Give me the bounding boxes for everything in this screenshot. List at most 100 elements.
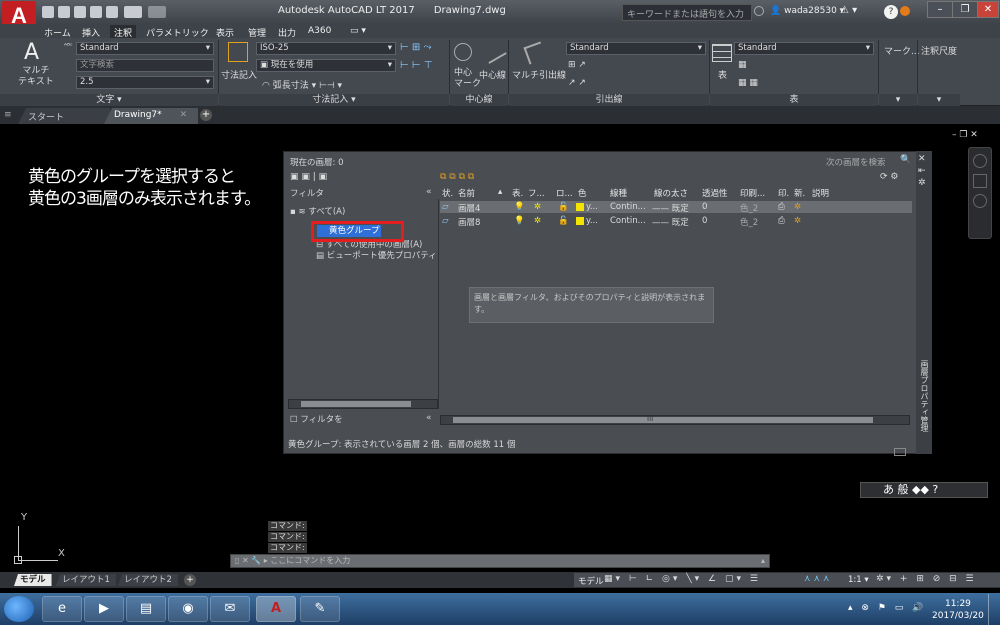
color-swatch[interactable] xyxy=(576,217,584,225)
col-new-vp-freeze[interactable]: 新. xyxy=(794,187,805,199)
new-tab-button[interactable]: + xyxy=(200,109,212,121)
autodesk-app-icon[interactable] xyxy=(900,6,910,16)
scroll-thumb[interactable] xyxy=(453,417,873,423)
bulb-icon[interactable]: 💡 xyxy=(514,216,525,226)
dim-style-select[interactable]: ISO-25 ▾ xyxy=(256,42,396,55)
col-linetype[interactable]: 線種 xyxy=(610,187,627,199)
layer-search-input[interactable]: 次の画層を検索 xyxy=(826,156,886,168)
save-as-icon[interactable] xyxy=(90,6,102,18)
chrome-taskbar-icon[interactable]: ◉ xyxy=(168,596,208,622)
drafting-tools-icons[interactable]: ▦▾ ⊢ ∟ ◎▾ ╲▾ ∠ ▢▾ ☰ xyxy=(604,574,761,584)
leader-add-icon[interactable]: ⊞ ↗ xyxy=(568,60,586,70)
col-plot[interactable]: 印. xyxy=(778,187,789,199)
col-description[interactable]: 説明 xyxy=(812,187,829,199)
color-swatch[interactable] xyxy=(576,203,584,211)
close-button[interactable]: ✕ xyxy=(977,1,999,18)
markup-button[interactable]: マーク... xyxy=(884,44,920,57)
explorer-taskbar-icon[interactable]: ▤ xyxy=(126,596,166,622)
leader-panel-title[interactable]: 引出線 xyxy=(509,94,709,106)
tab-a360[interactable]: A360 xyxy=(304,25,335,37)
system-clock[interactable]: 11:29 2017/03/20 xyxy=(932,598,984,622)
layer-row[interactable]: ▱ 画層8 💡 ✲ 🔓 y... Contin... —— 既定 0 色_2 ⎙… xyxy=(440,215,912,228)
media-player-taskbar-icon[interactable]: ▶ xyxy=(84,596,124,622)
dimension-button[interactable]: 寸法記入 xyxy=(221,68,257,81)
layer-linetype[interactable]: Contin... xyxy=(610,202,646,212)
sun-icon[interactable]: ✲ xyxy=(534,216,541,226)
ime-toolbar[interactable]: あ 般 ◆◆ ? xyxy=(860,482,988,498)
layer-linetype[interactable]: Contin... xyxy=(610,216,646,226)
center-mark-icon[interactable] xyxy=(454,43,472,61)
save-icon[interactable] xyxy=(74,6,86,18)
plot-icon[interactable] xyxy=(106,6,118,18)
lock-icon[interactable]: 🔓 xyxy=(558,202,569,212)
table-button[interactable]: 表 xyxy=(718,68,727,81)
col-lineweight[interactable]: 線の太さ xyxy=(654,187,688,199)
sun-icon[interactable]: ✲ xyxy=(534,202,541,212)
vp-freeze-icon[interactable]: ✲ xyxy=(794,216,801,226)
ribbon-options-icon[interactable]: ▭ ▾ xyxy=(346,25,370,37)
annotation-visibility-icons[interactable]: ⋏ ⋏ ⋏ xyxy=(804,574,830,584)
status-settings-icons[interactable]: ✲▾ + ⊞ ⊘ ⊟ ☰ xyxy=(876,574,977,584)
new-layer-icons[interactable]: ⧉ ⧉ ⧉ ⧉ xyxy=(440,172,474,182)
text-style-select[interactable]: Standard ▾ xyxy=(76,42,214,55)
steering-wheel-icon[interactable] xyxy=(973,154,987,168)
printer-icon[interactable]: ⎙ xyxy=(778,202,785,212)
pan-icon[interactable] xyxy=(973,174,987,188)
collapse-icon[interactable]: « xyxy=(426,413,432,423)
tab-model[interactable]: モデル xyxy=(14,574,52,586)
exchange-icon[interactable]: ⚠ ▾ xyxy=(840,5,857,16)
col-status[interactable]: 状. xyxy=(442,187,453,199)
viewport-controls[interactable]: – ❐ ✕ xyxy=(952,130,978,140)
navigation-bar[interactable] xyxy=(968,147,992,239)
table-style-select[interactable]: Standard ▾ xyxy=(734,42,874,55)
center-mark-button[interactable]: 中心 マーク xyxy=(454,68,481,90)
ie-taskbar-icon[interactable]: e xyxy=(42,596,82,622)
text-height-select[interactable]: 2.5 ▾ xyxy=(76,76,214,89)
lock-icon[interactable]: 🔓 xyxy=(558,216,569,226)
layer-horizontal-scrollbar[interactable]: III xyxy=(440,415,910,425)
filter-viewport[interactable]: ▤ ビューポート優先プロパティ xyxy=(316,249,437,261)
multileader-button[interactable]: マルチ引出線 xyxy=(512,68,566,81)
model-space-button[interactable]: モデル xyxy=(578,575,604,587)
mleader-style-select[interactable]: Standard ▾ xyxy=(566,42,706,55)
refresh-settings-icons[interactable]: ⟳ ⚙ xyxy=(880,172,898,182)
restore-button[interactable]: ❐ xyxy=(952,1,978,18)
col-name[interactable]: 名前 xyxy=(458,187,475,199)
new-filter-icons[interactable]: ▣ ▣ | ▣ xyxy=(290,172,327,182)
col-sort-icon[interactable]: ▴ xyxy=(498,187,502,197)
redo-icon[interactable] xyxy=(148,6,166,18)
dimension-panel-title[interactable]: 寸法記入 ▾ xyxy=(219,94,449,106)
palette-resize-icon[interactable] xyxy=(894,448,906,456)
vp-freeze-icon[interactable]: ✲ xyxy=(794,202,801,212)
command-input[interactable]: ▯ ✕ 🔧 ▸ ここにコマンドを入力 ▴ xyxy=(230,554,770,568)
dim-tools-icons[interactable]: ⊢ ⊞ ⤳ xyxy=(400,42,431,53)
multiline-text-icon[interactable]: A xyxy=(24,40,39,65)
leader-align-icon[interactable]: ↗ ↗ xyxy=(568,78,586,88)
layer-lineweight[interactable]: —— 既定 xyxy=(652,216,689,228)
table-panel-title[interactable]: 表 xyxy=(710,94,878,106)
zoom-icon[interactable] xyxy=(973,194,987,208)
user-sign-in[interactable]: 👤 wada28530 ▾ xyxy=(770,6,844,16)
collapse-filter-icon[interactable]: « xyxy=(426,187,432,197)
col-transparency[interactable]: 透過性 xyxy=(702,187,728,199)
autocad-taskbar-icon[interactable]: A xyxy=(256,596,296,622)
tab-start[interactable]: スタート xyxy=(18,108,110,124)
add-layout-button[interactable]: + xyxy=(184,574,196,586)
dim-tools-icons-2[interactable]: ⊢ ⊢ ⊤ xyxy=(400,60,433,71)
palette-close-button[interactable]: ✕ ⇤ ✲ xyxy=(918,153,926,189)
tab-layout1[interactable]: レイアウト1 xyxy=(56,574,116,586)
dim-layer-select[interactable]: ▣ 現在を使用 ▾ xyxy=(256,59,396,72)
scale-panel-title[interactable]: ▾ xyxy=(918,94,960,106)
col-lock[interactable]: ロ... xyxy=(556,187,573,199)
col-color[interactable]: 色 xyxy=(578,187,587,199)
layer-row[interactable]: ▱ 画層4 💡 ✲ 🔓 y... Contin... —— 既定 0 色_2 ⎙… xyxy=(440,201,912,214)
tab-menu-icon[interactable]: ≡ xyxy=(4,110,12,120)
multiline-text-button[interactable]: マルチ テキスト xyxy=(18,66,54,88)
invert-filter-checkbox[interactable]: ☐ フィルタを xyxy=(290,413,343,425)
scroll-thumb[interactable] xyxy=(301,401,411,407)
minimize-button[interactable]: – xyxy=(927,1,953,18)
tab-layout2[interactable]: レイアウト2 xyxy=(118,574,178,586)
system-tray-icons[interactable]: ▴ ⊗ ⚑ ▭ 🔊 xyxy=(848,603,926,613)
show-desktop-button[interactable] xyxy=(988,594,1000,625)
help-search-input[interactable]: キーワードまたは語句を入力 xyxy=(622,4,752,21)
